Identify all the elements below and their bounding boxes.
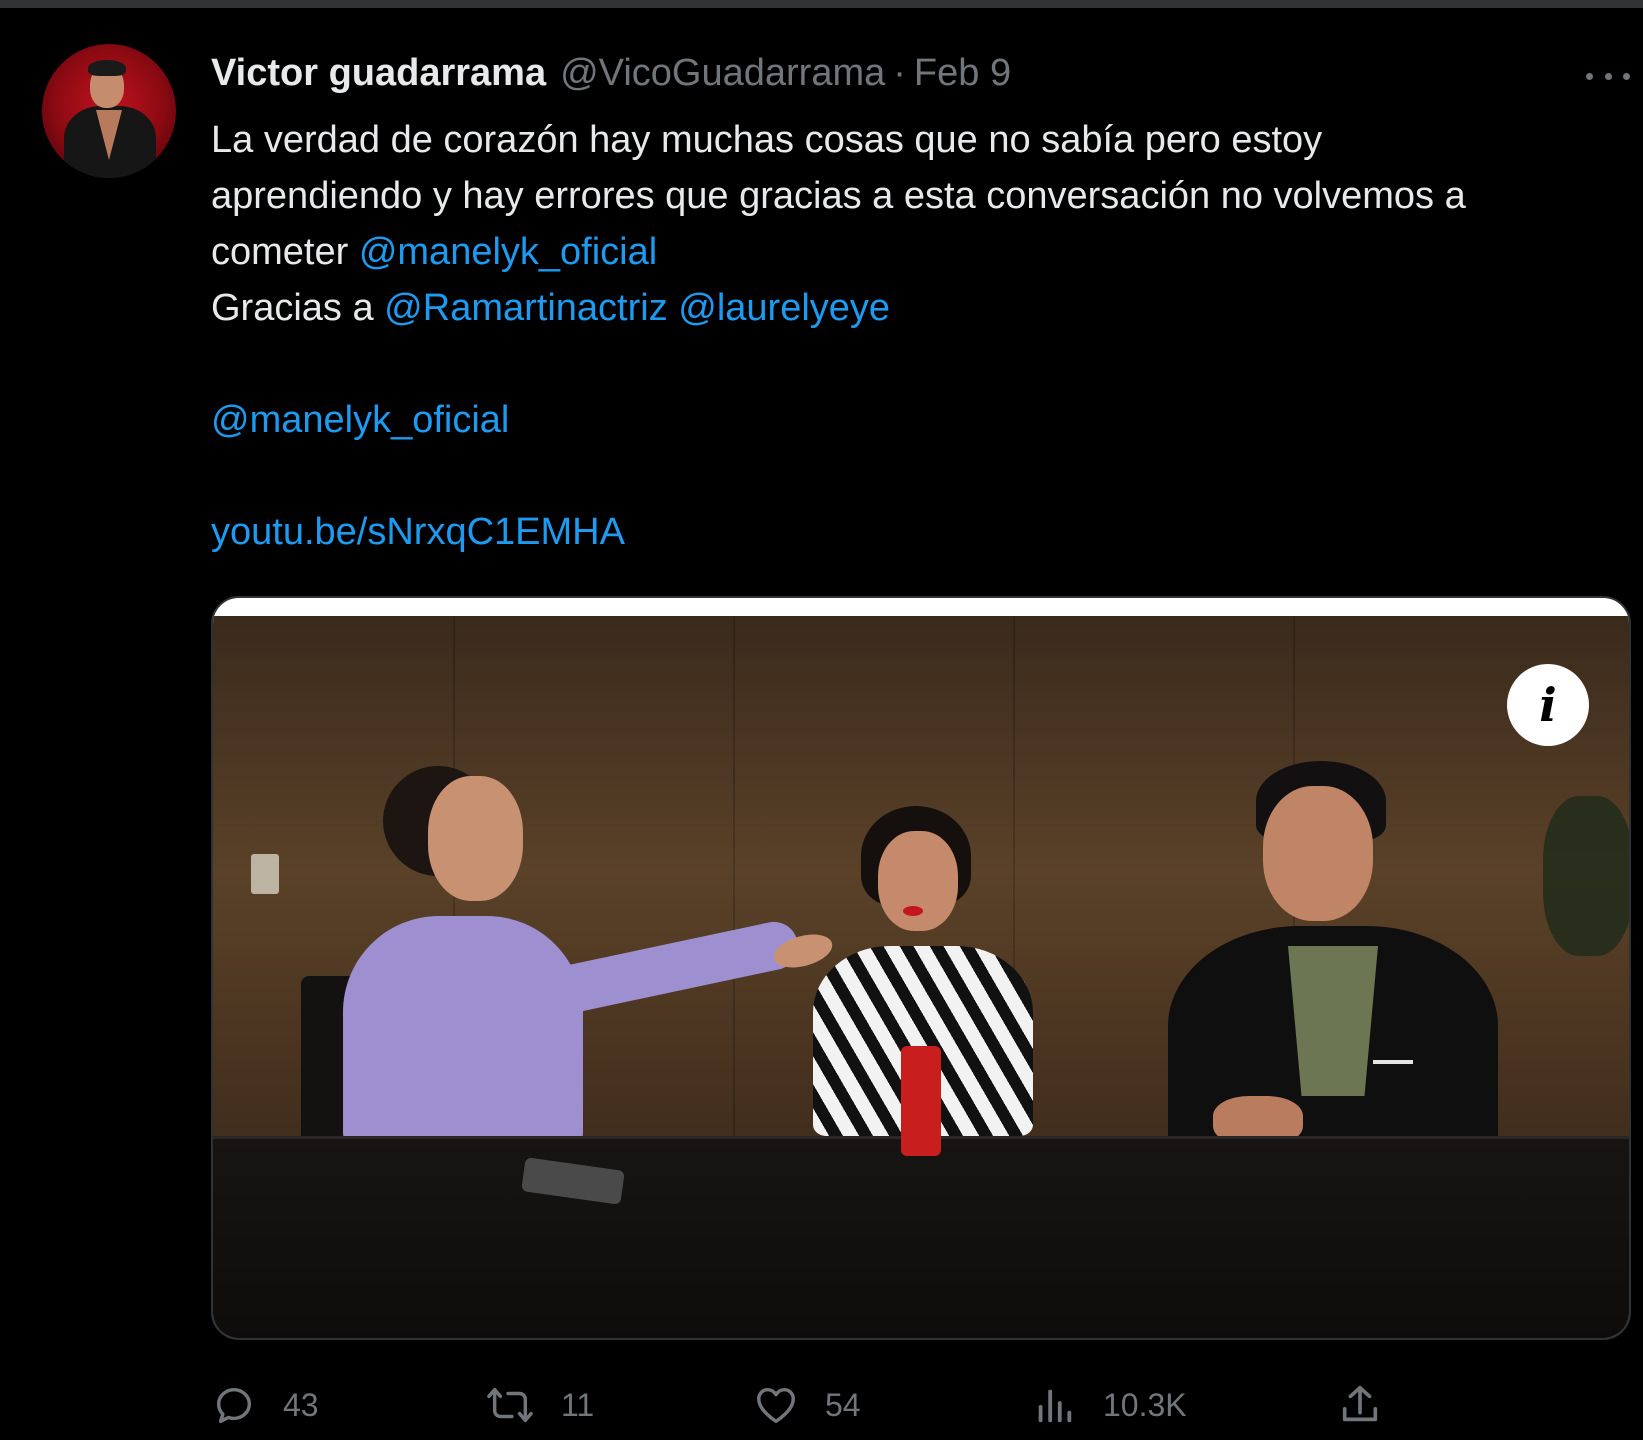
like-button[interactable]: 54 [753, 1378, 861, 1432]
mention-link[interactable]: @laurelyeye [678, 287, 890, 329]
heart-icon [753, 1382, 799, 1428]
more-dot [1623, 72, 1630, 80]
tweet-text-line: aprendiendo y hay errores que gracias a … [211, 175, 1466, 217]
reply-button[interactable]: 43 [211, 1378, 319, 1432]
text-segment: Gracias a [211, 287, 385, 329]
views-button[interactable]: 10.3K [1031, 1378, 1187, 1432]
tweet[interactable]: Victor guadarrama @VicoGuadarrama · Feb … [0, 8, 1643, 1440]
person-center-lips [903, 906, 923, 916]
user-handle[interactable]: @VicoGuadarrama [560, 52, 885, 95]
wall-switch [251, 854, 279, 894]
views-icon [1031, 1382, 1077, 1428]
tweet-text-line: youtu.be/sNrxqC1EMHA [211, 504, 1631, 560]
info-icon[interactable]: i [1507, 664, 1589, 746]
tweet-text-line: cometer @manelyk_oficial [211, 224, 1631, 280]
more-icon[interactable] [1586, 66, 1630, 86]
display-name[interactable]: Victor guadarrama [211, 52, 546, 95]
share-button[interactable] [1337, 1378, 1383, 1432]
tweet-text-line: @manelyk_oficial [211, 392, 1631, 448]
table [213, 1136, 1629, 1338]
avatar-hair [88, 60, 126, 76]
retweet-icon [485, 1382, 535, 1428]
video-scene: i [213, 616, 1629, 1338]
tweet-text-line: Gracias a @Ramartinactriz @laurelyeye [211, 280, 1631, 336]
more-dot [1604, 72, 1612, 80]
more-dot [1586, 72, 1593, 80]
views-count: 10.3K [1103, 1386, 1187, 1423]
person-left-arm [538, 917, 803, 1019]
mention-link[interactable]: @manelyk_oficial [359, 231, 657, 273]
mention-link[interactable]: @Ramartinactriz [384, 287, 668, 329]
reply-count: 43 [283, 1386, 319, 1423]
url-link[interactable]: youtu.be/sNrxqC1EMHA [211, 511, 625, 553]
tweet-text-line: La verdad de corazón hay muchas cosas qu… [211, 119, 1323, 161]
share-icon [1337, 1382, 1383, 1428]
tweet-text: La verdad de corazón hay muchas cosas qu… [211, 112, 1631, 560]
person-right-shirt [1288, 946, 1378, 1096]
like-count: 54 [825, 1386, 861, 1423]
soda-can [901, 1046, 941, 1156]
tweet-header: Victor guadarrama @VicoGuadarrama · Feb … [211, 52, 1011, 98]
person-right-face [1263, 786, 1373, 921]
header-separator: · [893, 52, 906, 94]
video-thumbnail[interactable]: i [211, 596, 1631, 1340]
tweet-date[interactable]: Feb 9 [914, 52, 1011, 95]
text-segment: cometer [211, 231, 359, 273]
person-center-face [878, 831, 958, 931]
top-divider [0, 0, 1643, 8]
person-left-face [428, 776, 523, 901]
mention-link[interactable]: @manelyk_oficial [211, 399, 509, 441]
plant [1543, 796, 1629, 956]
tweet-actions: 43 11 54 10.3K [211, 1378, 1631, 1432]
retweet-button[interactable]: 11 [485, 1378, 594, 1432]
avatar[interactable] [42, 44, 176, 178]
retweet-count: 11 [561, 1386, 595, 1423]
reply-icon [211, 1382, 257, 1428]
person-left-body [343, 916, 583, 1156]
jacket-logo [1373, 1036, 1413, 1064]
wall-panel [733, 616, 735, 1136]
